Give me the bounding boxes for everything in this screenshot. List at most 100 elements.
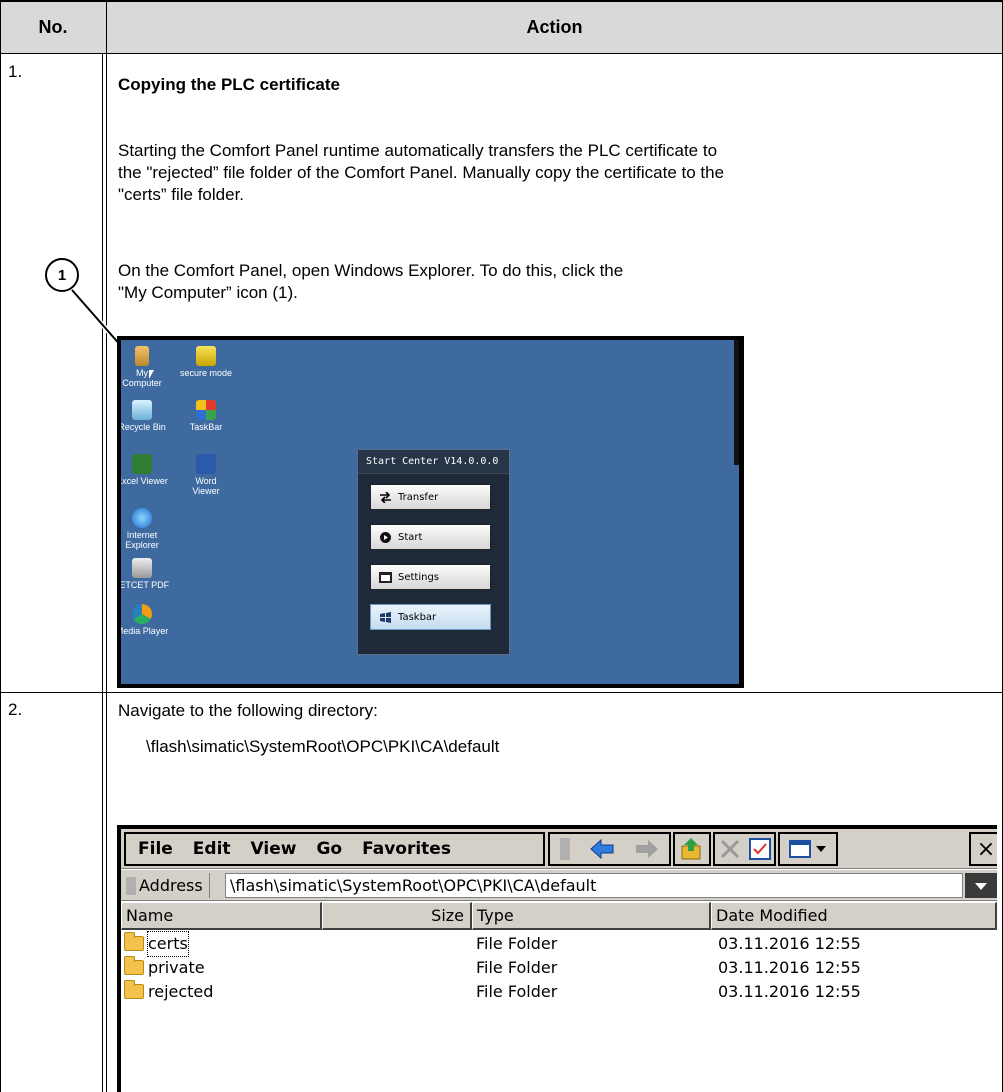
properties-icon[interactable] [748, 837, 772, 861]
windows-flag-icon [196, 400, 216, 420]
start-button[interactable]: Start [370, 524, 491, 550]
file-row-private[interactable]: private File Folder 03.11.2016 12:55 [121, 956, 997, 980]
file-date: 03.11.2016 12:55 [718, 982, 861, 1001]
explorer-menubar: File Edit View Go Favorites × [121, 829, 997, 869]
recycle-bin-icon [132, 400, 152, 420]
folder-icon [124, 932, 144, 951]
desktop-screenshot: My Computer secure mode Recycle Bin Task… [117, 336, 744, 688]
step-1-para-line-2: the "rejected” file folder of the Comfor… [118, 163, 725, 182]
step-1-title: Copying the PLC certificate [118, 75, 340, 94]
desktop-icon-secure-mode[interactable]: secure mode [171, 346, 241, 378]
transfer-button[interactable]: Transfer [370, 484, 491, 510]
file-type: File Folder [476, 982, 558, 1001]
settings-icon [379, 571, 392, 583]
callout-marker: 1 [45, 258, 79, 292]
grip-icon [559, 838, 570, 860]
transfer-icon [380, 491, 391, 503]
views-icon [789, 840, 811, 858]
column-header-name[interactable]: Name [121, 902, 322, 930]
mouse-pointer-icon [149, 370, 154, 379]
file-row-certs[interactable]: certs File Folder 03.11.2016 12:55 [121, 931, 997, 957]
file-date: 03.11.2016 12:55 [718, 958, 861, 977]
step-2-instruction: Navigate to the following directory: [118, 701, 378, 720]
settings-label: Settings [398, 571, 440, 583]
column-divider-inner [102, 54, 103, 1092]
address-label-group: Address [125, 873, 210, 898]
step-1-para-line-3: "certs” file folder. [118, 185, 245, 204]
taskbar-button[interactable]: Taskbar [370, 604, 491, 630]
folder-icon [124, 956, 144, 975]
settings-button[interactable]: Settings [370, 564, 491, 590]
file-name: private [148, 958, 205, 977]
play-icon [380, 531, 391, 543]
icon-label: My [136, 368, 148, 378]
icon-label: Excel Viewer [117, 476, 168, 486]
address-label: Address [139, 876, 203, 895]
desktop-icon-word-viewer[interactable]: Word Viewer [171, 454, 241, 496]
taskbar-label: Taskbar [398, 611, 437, 623]
icon-label: TaskBar [189, 422, 223, 432]
delete-icon[interactable] [717, 836, 743, 862]
column-header-type[interactable]: Type [472, 902, 711, 930]
address-bar: Address \flash\simatic\SystemRoot\OPC\PK… [121, 870, 997, 901]
folder-icon [124, 980, 144, 999]
table-header: No. Action [0, 0, 1003, 54]
desktop-icon-taskbar[interactable]: TaskBar [171, 400, 241, 432]
edit-toolbar [713, 832, 776, 866]
step-1-number: 1. [8, 62, 23, 81]
menu-box: File Edit View Go Favorites [124, 832, 545, 866]
menu-favorites[interactable]: Favorites [362, 839, 451, 859]
file-row-rejected[interactable]: rejected File Folder 03.11.2016 12:55 [121, 980, 997, 1004]
icon-label: secure mode [179, 368, 233, 378]
desktop-icon-internet-explorer[interactable]: Internet Explorer [121, 508, 177, 550]
step-1-para-line-1: Starting the Comfort Panel runtime autom… [118, 141, 718, 160]
explorer-screenshot: File Edit View Go Favorites × Address \f… [117, 825, 997, 1092]
address-input[interactable]: \flash\simatic\SystemRoot\OPC\PKI\CA\def… [225, 873, 963, 898]
chevron-down-icon [975, 883, 987, 890]
up-folder-button[interactable] [673, 832, 711, 866]
back-arrow-icon[interactable] [587, 836, 617, 862]
excel-icon [132, 454, 152, 474]
grip-icon [126, 876, 136, 895]
table-left-border [0, 0, 1, 1092]
menu-go[interactable]: Go [316, 839, 342, 859]
header-no: No. [38, 17, 68, 37]
file-name: certs [147, 931, 189, 957]
desktop-icon-recycle-bin[interactable]: Recycle Bin [118, 400, 177, 432]
transfer-label: Transfer [398, 491, 439, 503]
icon-label: Explorer [125, 540, 159, 550]
windows-flag-icon [380, 611, 391, 623]
file-type: File Folder [476, 934, 558, 953]
start-center-window: Start Center V14.0.0.0 Transfer Start Se… [357, 449, 510, 655]
start-center-title: Start Center V14.0.0.0 [358, 450, 509, 474]
desktop-icon-media-player[interactable]: Media Player [121, 604, 177, 636]
nav-toolbar [548, 832, 671, 866]
desktop-icon-my-computer[interactable]: My Computer [121, 346, 177, 388]
step-1-para2-line-1: On the Comfort Panel, open Windows Explo… [118, 261, 624, 280]
desktop-icon-excel-viewer[interactable]: Excel Viewer [117, 454, 177, 486]
address-dropdown-button[interactable] [965, 873, 997, 898]
pdf-icon [132, 558, 152, 578]
icon-label: Computer [122, 378, 162, 388]
column-header-size[interactable]: Size [322, 902, 472, 930]
close-button[interactable]: × [969, 832, 997, 866]
desktop-icon-jetcet-pdf[interactable]: JETCET PDF [117, 558, 177, 590]
header-action: Action [526, 17, 583, 37]
row-divider [0, 692, 1003, 693]
step-1-para2-line-2: "My Computer” icon (1). [118, 283, 298, 302]
step-2-path: \flash\simatic\SystemRoot\OPC\PKI\CA\def… [146, 737, 500, 756]
desktop-edge-strip [734, 340, 739, 465]
icon-label: Word [195, 476, 217, 486]
lock-icon [196, 346, 216, 366]
icon-label: Recycle Bin [118, 422, 166, 432]
column-headers: Name Size Type Date Modified [121, 902, 997, 930]
column-header-date-modified[interactable]: Date Modified [711, 902, 997, 930]
my-computer-icon [135, 346, 149, 366]
icon-label: JETCET PDF [117, 580, 170, 590]
views-button[interactable] [778, 832, 838, 866]
menu-file[interactable]: File [138, 839, 173, 859]
forward-arrow-icon[interactable] [632, 836, 662, 862]
menu-edit[interactable]: Edit [193, 839, 231, 859]
column-divider [106, 0, 107, 1092]
menu-view[interactable]: View [251, 839, 297, 859]
